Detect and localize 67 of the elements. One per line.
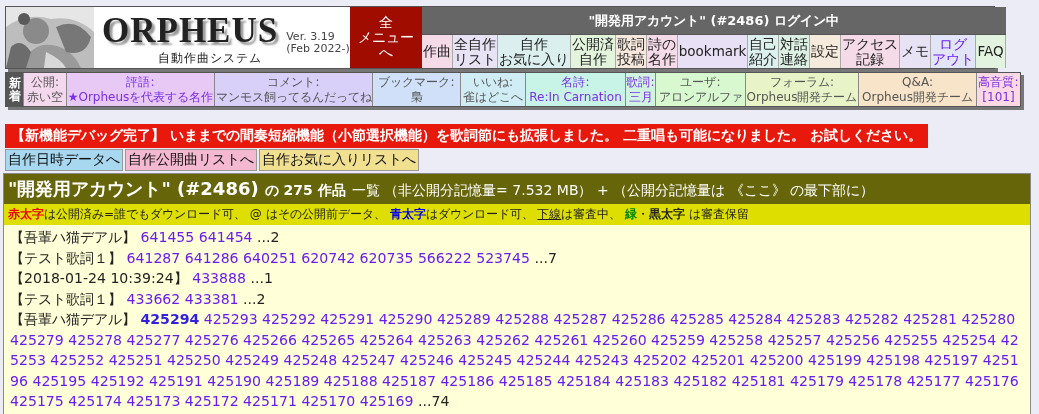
news-cell[interactable]: 歌詞: 三月 [625, 73, 655, 106]
work-count: の 275 作品 [264, 182, 346, 200]
nav-tab[interactable]: bookmark [677, 35, 749, 68]
nav-tab[interactable]: 歌詞 投稿 [615, 35, 647, 68]
news-cell[interactable]: コメント: マンモス飼ってるんだってね [214, 73, 372, 106]
nav-tab[interactable]: 公開済 自作 [570, 35, 616, 68]
news-cell[interactable]: いいね: 雀はどこへ [460, 73, 525, 106]
nav-tab[interactable]: 自己 紹介 [748, 35, 780, 68]
news-label: いいね: [472, 74, 513, 90]
nav-tab[interactable]: 詩の 名作 [646, 35, 678, 68]
login-status: "開発用アカウント" (#2486) ログイン中 [421, 7, 1006, 34]
news-label: ユーザ: [680, 74, 721, 90]
work-entry: 【吾輩ハ猫デアル】 641455 641454 ...2 [10, 228, 281, 247]
news-value[interactable]: 赤い空 [27, 89, 63, 105]
news-value[interactable]: Orpheus開発チーム [746, 89, 858, 105]
work-entry: 【テスト歌詞１】 641287 641286 640251 620742 620735 566222 523745 ...7 [10, 248, 558, 268]
all-menu-button[interactable]: 全 メニュー へ [349, 7, 422, 68]
news-cell[interactable]: 公開: 赤い空 [23, 73, 66, 106]
news-cell[interactable]: 評語: ★Orpheusを代表する名作 [66, 73, 214, 106]
logo-title: ORPHEUS [102, 12, 279, 50]
nav-tab[interactable]: 全自作 リスト [452, 35, 498, 68]
news-value[interactable]: 三月 [628, 89, 653, 105]
news-label: 名詩: [561, 74, 590, 90]
storage-note: 一覧 （非公開分記憶量= 7.532 MB） + （公開分記憶量は 《ここ》 の最下部に） [351, 182, 874, 200]
news-cell[interactable]: Q&A: Orpheus開発チーム [858, 73, 976, 106]
news-cell[interactable]: 名詩: Re:In Carnation [525, 73, 625, 106]
quick-link[interactable]: 自作お気に入りリストへ [259, 149, 419, 171]
logout-link[interactable]: ログ アウト [931, 35, 977, 68]
legend-text: 赤太字は公開済み=誰でもダウンロード可、 @ はその公開前データ、 青太字はダウンロード可、 下線は審査中、 緑・黒太字 は審査保留 [4, 204, 1030, 225]
news-value[interactable]: 雀はどこへ [463, 89, 523, 105]
work-entry: 【吾輩ハ猫デアル】 425294 425293 425292 425291 425290 425289 425288 425287 425286 425285 425284 425283 425282 425281 425280 425279 425278 425277 425276 425266 425265 425264 425263 425262 425261 425260 425259 425258 425257 425256 425255 425254 425253 425252 425251 425250 425249 425248 425247 425246 425245 425244 425243 425202 425201 425200 425199 425198 425197 425196 425195 425192 425191 425190 425189 425188 425187 425186 425185 425184 425183 425182 425181 425179 425178 425177 425176 425175 425174 425173 425172 425171 425170 425169 ...74 [10, 310, 1020, 411]
news-value[interactable]: [101] [982, 89, 1015, 105]
news-label: 評語: [126, 74, 155, 90]
news-heading: 新着 [8, 76, 21, 103]
work-entry: 【2018-01-24 10:39:24】 433888 ...1 [10, 269, 274, 288]
news-label: 高音質: [978, 74, 1019, 90]
quick-link[interactable]: 自作日時データへ [5, 149, 123, 171]
nav-tab[interactable]: FAQ [976, 35, 1006, 68]
news-cell[interactable]: フォーラム: Orpheus開発チーム [745, 73, 858, 106]
version-date: (Feb 2022-) [286, 43, 350, 55]
logo-subtitle: 自動作曲システム [158, 50, 263, 67]
nav-tab[interactable]: アクセス 記録 [841, 35, 901, 68]
quick-link[interactable]: 自作公開曲リストへ [125, 149, 257, 171]
news-label: 公開: [30, 74, 59, 90]
news-label: フォーラム: [769, 74, 834, 90]
news-cell[interactable]: 高音質: [101] [976, 73, 1020, 106]
news-label: 歌詞: [626, 74, 655, 90]
news-cell[interactable]: ブックマーク: 梟 [372, 73, 460, 106]
nav-tab[interactable]: 設定 [810, 35, 842, 68]
work-entry: 【テスト歌詞１】 433662 433381 ...2 [10, 289, 267, 309]
panel-title: "開発用アカウント" (#2486) [8, 177, 259, 201]
version-text: Ver. 3.19 [286, 31, 336, 43]
nav-tab[interactable]: 対話 連絡 [779, 35, 811, 68]
news-value[interactable]: マンモス飼ってるんだってね [215, 89, 372, 105]
news-value[interactable]: ★Orpheusを代表する名作 [67, 89, 214, 105]
nav-tab[interactable]: 自作 お気に入り [497, 35, 571, 68]
news-label: Q&A: [902, 74, 933, 90]
nav-tab[interactable]: 作曲 [421, 35, 453, 68]
news-cell[interactable]: ユーザ: アロンアルファ [655, 73, 745, 106]
nav-tab[interactable]: メモ [900, 35, 932, 68]
news-value[interactable]: アロンアルファ [658, 89, 743, 105]
news-label: ブックマーク: [378, 74, 455, 90]
notice-banner: 【新機能デバッグ完了】 いままでの間奏短縮機能（小節選択機能）を歌詞節にも拡張しました。 二重唱も可能になりました。 お試しください。 [5, 124, 928, 148]
news-label: コメント: [267, 74, 320, 90]
news-value[interactable]: Orpheus開発チーム [862, 89, 973, 105]
news-value[interactable]: 梟 [410, 89, 423, 105]
news-value[interactable]: Re:In Carnation [529, 89, 622, 105]
